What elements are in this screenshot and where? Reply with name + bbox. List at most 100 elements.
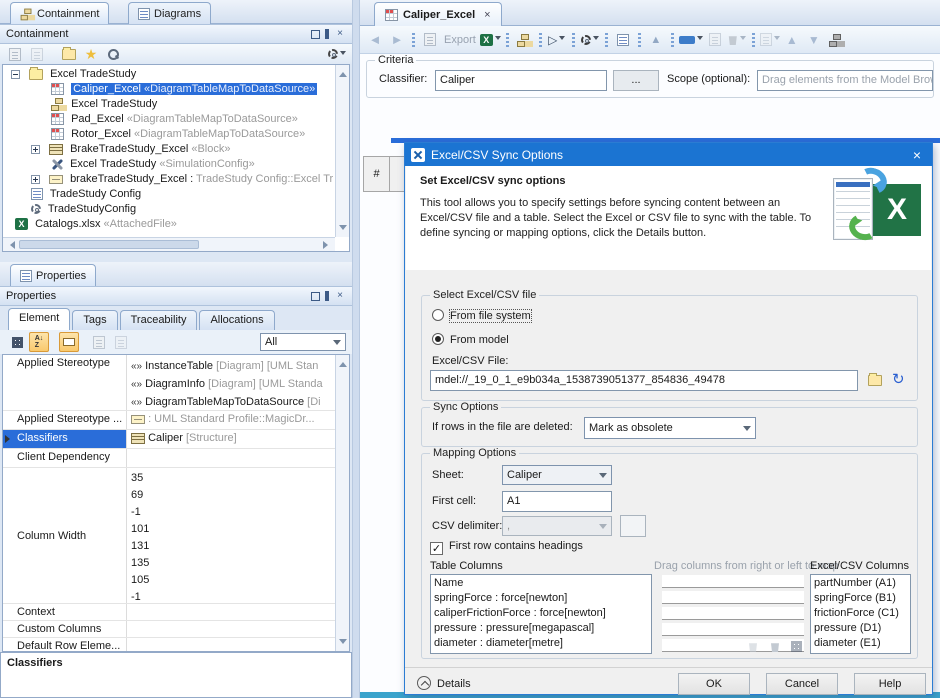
expand-nodes-icon[interactable] xyxy=(89,332,109,352)
tree-item[interactable]: Excel TradeStudy xyxy=(3,67,350,82)
refresh-icon[interactable]: ↻ xyxy=(892,370,905,388)
select-in-tree-icon[interactable] xyxy=(826,30,846,50)
options-gear-icon[interactable] xyxy=(580,30,600,50)
mapping-slot[interactable] xyxy=(662,639,804,652)
list-item[interactable]: pressure : pressure[megapascal] xyxy=(431,621,651,636)
list-item[interactable]: springForce (B1) xyxy=(811,591,910,606)
validation-icon[interactable] xyxy=(613,30,633,50)
open-in-new-tree-icon[interactable] xyxy=(59,44,79,64)
first-cell-input[interactable]: A1 xyxy=(502,491,612,512)
column-header-number[interactable]: # xyxy=(363,156,390,192)
radio-from-model[interactable]: From model xyxy=(432,333,509,346)
first-row-headings-checkbox[interactable]: First row contains headings xyxy=(430,540,583,555)
scroll-down-icon[interactable] xyxy=(339,639,347,648)
export-report-icon[interactable] xyxy=(420,30,440,50)
float-panel-icon[interactable] xyxy=(311,30,320,39)
details-button[interactable]: Details xyxy=(417,676,471,690)
pin-panel-icon[interactable] xyxy=(325,29,329,39)
delete-rows-icon[interactable] xyxy=(727,30,747,50)
cancel-button[interactable]: Cancel xyxy=(766,673,838,695)
list-item[interactable]: frictionForce (C1) xyxy=(811,606,910,621)
close-panel-icon[interactable]: × xyxy=(334,28,346,40)
close-dialog-icon[interactable]: × xyxy=(908,148,926,162)
mapping-slot[interactable] xyxy=(662,607,804,620)
expand-icon[interactable] xyxy=(31,175,40,184)
scroll-up-icon[interactable] xyxy=(339,358,347,367)
tab-caliper-excel[interactable]: Caliper_Excel × xyxy=(374,2,502,26)
mapping-slot[interactable] xyxy=(662,623,804,636)
property-row[interactable]: Custom Columns xyxy=(3,621,349,638)
mapping-drop-zone[interactable] xyxy=(662,574,804,654)
clear-filter-icon[interactable] xyxy=(27,44,47,64)
tree-item[interactable]: BrakeTradeStudy_Excel «Block» xyxy=(3,142,350,157)
move-up-icon[interactable]: ▲ xyxy=(782,30,802,50)
export-button[interactable]: Export xyxy=(444,34,476,46)
scroll-up-icon[interactable] xyxy=(339,68,347,77)
property-row[interactable]: Applied Stereotype «»InstanceTable [Diag… xyxy=(3,355,349,411)
excel-sync-icon[interactable] xyxy=(480,30,501,50)
close-tab-icon[interactable]: × xyxy=(484,9,490,21)
tab-containment[interactable]: Containment xyxy=(10,2,109,24)
browse-file-icon[interactable] xyxy=(868,375,882,386)
tree-item[interactable]: TradeStudy Config xyxy=(3,187,350,202)
properties-scrollbar[interactable] xyxy=(335,355,349,651)
back-icon[interactable]: ◄ xyxy=(365,30,385,50)
classifier-input[interactable]: Caliper xyxy=(435,70,607,91)
list-item[interactable]: partNumber (A1) xyxy=(811,576,910,591)
property-row[interactable]: Client Dependency xyxy=(3,449,349,468)
mapping-slot[interactable] xyxy=(662,591,804,604)
move-down-icon[interactable]: ▼ xyxy=(804,30,824,50)
mapping-slot[interactable] xyxy=(662,575,804,588)
tab-traceability[interactable]: Traceability xyxy=(120,310,198,330)
options-gear-icon[interactable] xyxy=(327,44,347,64)
browse-classifier-button[interactable]: ... xyxy=(613,70,659,91)
scroll-down-icon[interactable] xyxy=(339,225,347,234)
show-description-icon[interactable] xyxy=(59,332,79,352)
ok-button[interactable]: OK xyxy=(678,673,750,695)
properties-filter-select[interactable]: All xyxy=(260,333,346,351)
tree-item[interactable]: Catalogs.xlsx «AttachedFile» xyxy=(3,217,350,232)
scroll-left-icon[interactable] xyxy=(6,241,15,249)
tree-item[interactable]: TradeStudyConfig xyxy=(3,202,350,217)
panel-splitter[interactable] xyxy=(352,0,360,698)
list-item[interactable]: caliperFrictionForce : force[newton] xyxy=(431,606,651,621)
deleted-rows-select[interactable]: Mark as obsolete xyxy=(584,417,756,439)
tree-vertical-scrollbar[interactable] xyxy=(335,65,349,237)
property-row[interactable]: Context xyxy=(3,604,349,621)
pin-panel-icon[interactable] xyxy=(325,291,329,301)
scrollbar-thumb[interactable] xyxy=(19,240,199,249)
tree-item[interactable]: Excel TradeStudy «SimulationConfig» xyxy=(3,157,350,172)
copy-rows-icon[interactable] xyxy=(705,30,725,50)
tree-item[interactable]: Excel TradeStudy xyxy=(3,97,350,112)
tab-diagrams[interactable]: Diagrams xyxy=(128,2,211,24)
table-columns-list[interactable]: Name springForce : force[newton] caliper… xyxy=(430,574,652,654)
file-path-input[interactable]: mdel://_19_0_1_e9b034a_1538739051377_854… xyxy=(430,370,858,391)
add-new-row-icon[interactable] xyxy=(679,30,703,50)
categorized-view-icon[interactable] xyxy=(7,332,27,352)
tab-tags[interactable]: Tags xyxy=(72,310,117,330)
tab-properties[interactable]: Properties xyxy=(10,264,96,286)
expand-icon[interactable] xyxy=(31,145,40,154)
collapse-nodes-icon[interactable] xyxy=(111,332,131,352)
tree-item[interactable]: brakeTradeStudy_Excel : TradeStudy Confi… xyxy=(3,172,350,187)
tab-element[interactable]: Element xyxy=(8,308,70,330)
search-icon[interactable] xyxy=(103,44,123,64)
dialog-title-bar[interactable]: Excel/CSV Sync Options × xyxy=(405,143,932,166)
list-item[interactable]: diameter : diameter[metre] xyxy=(431,636,651,651)
excel-columns-list[interactable]: partNumber (A1) springForce (B1) frictio… xyxy=(810,574,911,654)
favorites-icon[interactable]: ★ xyxy=(81,44,101,64)
filter-criteria-icon[interactable] xyxy=(5,44,25,64)
scope-input[interactable]: Drag elements from the Model Browser xyxy=(757,70,933,91)
tree-item[interactable]: Pad_Excel «DiagramTableMapToDataSource» xyxy=(3,112,350,127)
property-row-classifiers[interactable]: Classifiers Caliper [Structure] xyxy=(3,430,349,449)
property-row[interactable]: Default Row Eleme... xyxy=(3,638,349,652)
sort-alphabetically-icon[interactable]: A↓Z xyxy=(29,332,49,352)
list-item[interactable]: diameter (E1) xyxy=(811,636,910,651)
scroll-right-icon[interactable] xyxy=(323,241,332,249)
auto-map-icon[interactable] xyxy=(791,641,802,652)
help-button[interactable]: Help xyxy=(854,673,926,695)
tree-item[interactable]: Rotor_Excel «DiagramTableMapToDataSource… xyxy=(3,127,350,142)
property-row[interactable]: Column Width 35 69 -1 101 131 135 105 -1 xyxy=(3,468,349,604)
tab-allocations[interactable]: Allocations xyxy=(199,310,274,330)
list-item[interactable]: Name xyxy=(431,576,651,591)
